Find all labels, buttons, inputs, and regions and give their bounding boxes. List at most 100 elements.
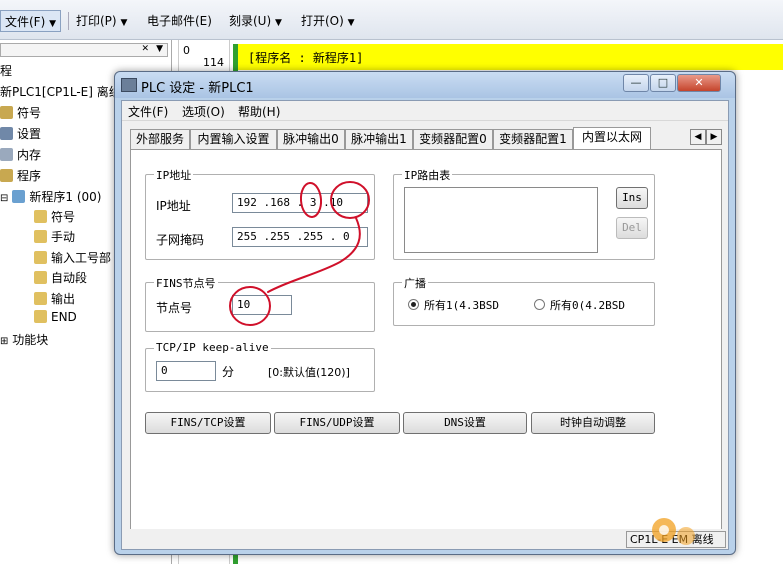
tree-item-label: 自动段 [51, 271, 88, 285]
menu-options[interactable]: 选项(O) [182, 103, 225, 120]
section-icon [34, 230, 47, 243]
tab-scroll-right-icon[interactable]: ▶ [706, 129, 722, 145]
tree-item-label: 程序 [17, 169, 42, 183]
ins-button[interactable]: Ins [616, 187, 648, 209]
broadcast-all0-radio[interactable] [534, 299, 545, 310]
dialog-titlebar[interactable]: PLC 设定 - 新PLC1 — □ ✕ [115, 72, 735, 98]
tree-item-settings[interactable]: 设置 [0, 125, 41, 142]
toolbar-file-menu[interactable]: 文件(F) ▼ [0, 10, 62, 32]
tree-item-label: 输入工号部 [51, 251, 112, 265]
tab-scroll-left-icon[interactable]: ◀ [690, 129, 706, 145]
program-file-icon [12, 190, 26, 203]
tree-item-label: 手动 [51, 230, 76, 244]
chevron-down-icon: ▼ [274, 18, 282, 28]
settings-tabs: 外部服务 内置输入设置 脉冲输出0 脉冲输出1 变频器配置0 变频器配置1 内置… [130, 127, 722, 149]
route-table-list[interactable] [404, 187, 598, 253]
dialog-menubar: 文件(F) 选项(O) 帮助(H) [122, 101, 728, 121]
tree-item-label: END [51, 310, 77, 324]
subnet-mask-input[interactable]: 255 .255 .255 . 0 [232, 227, 368, 247]
tree-item-manual[interactable]: 手动 [34, 228, 75, 245]
node-number-input[interactable]: 10 [232, 295, 292, 315]
toolbar-open-menu[interactable]: 打开(O) ▼ [297, 10, 359, 32]
tree-item-label: 设置 [17, 127, 42, 141]
tree-item-input-id[interactable]: 输入工号部 [34, 249, 111, 266]
tree-item-function-blocks[interactable]: ⊞ 功能块 [0, 331, 48, 348]
ip-address-label: IP地址 [156, 199, 191, 213]
tab-external-service[interactable]: 外部服务 [130, 129, 190, 149]
toolbar-print-menu[interactable]: 打印(P) ▼ [72, 10, 131, 32]
close-button[interactable]: ✕ [677, 74, 721, 92]
tab-inverter-0[interactable]: 变频器配置0 [413, 129, 493, 149]
maximize-button[interactable]: □ [650, 74, 676, 92]
ip-group-title: IP地址 [154, 167, 194, 183]
ip-route-group: IP路由表 Ins Del [393, 167, 655, 260]
subnet-octet-2: 255 [270, 230, 290, 243]
symbol-icon [0, 106, 13, 119]
tree-item-end[interactable]: END [34, 310, 77, 324]
chevron-down-icon: ▼ [347, 18, 355, 28]
subnet-octet-4: 0 [343, 230, 350, 243]
ip-octet-2: 168 [270, 196, 290, 209]
ip-octet-1: 192 [237, 196, 257, 209]
chevron-down-icon[interactable]: ▼ [156, 44, 163, 54]
broadcast-group: 广播 所有1(4.3BSD 所有0(4.2BSD [393, 275, 655, 326]
broadcast-group-title: 广播 [402, 275, 428, 291]
toolbar-burn-label: 刻录(U) [229, 14, 272, 28]
minimize-button[interactable]: — [623, 74, 649, 92]
tree-header-bar: ✕ ▼ [0, 43, 168, 57]
toolbar-separator [68, 12, 69, 30]
dns-settings-button[interactable]: DNS设置 [403, 412, 527, 434]
tree-item-output[interactable]: 输出 [34, 290, 75, 307]
tree-item-label: 功能块 [12, 333, 49, 347]
tree-item-program1[interactable]: ⊟ 新程序1 (00) [0, 188, 101, 205]
broadcast-all0-label: 所有0(4.2BSD [550, 299, 625, 312]
close-icon[interactable]: ✕ [141, 44, 149, 54]
minimize-icon: — [630, 76, 642, 89]
chevron-down-icon: ▼ [120, 18, 128, 28]
clock-auto-adjust-button[interactable]: 时钟自动调整 [531, 412, 655, 434]
program-name-label: [程序名 : 新程序1] [248, 51, 364, 65]
ip-octet-3: 3 [309, 196, 317, 209]
tree-item-label: 符号 [51, 210, 76, 224]
del-button[interactable]: Del [616, 217, 648, 239]
tab-pulse-output-1[interactable]: 脉冲输出1 [345, 129, 413, 149]
tree-item-label: 内存 [17, 148, 42, 162]
section-icon [34, 251, 47, 264]
section-icon [34, 271, 47, 284]
tree-item-auto[interactable]: 自动段 [34, 269, 87, 286]
menu-file[interactable]: 文件(F) [128, 103, 168, 120]
tab-inverter-1[interactable]: 变频器配置1 [493, 129, 573, 149]
section-icon [34, 292, 47, 305]
maximize-icon: □ [657, 76, 669, 89]
ip-address-group: IP地址 IP地址 192 .168 . 3 .10 子网掩码 255 .255… [145, 167, 375, 260]
fins-udp-settings-button[interactable]: FINS/UDP设置 [274, 412, 400, 434]
tab-pulse-output-0[interactable]: 脉冲输出0 [277, 129, 345, 149]
ip-octet-4: 10 [329, 196, 343, 209]
settings-icon [0, 127, 13, 140]
tree-item-memory[interactable]: 内存 [0, 146, 41, 163]
menu-help[interactable]: 帮助(H) [238, 103, 280, 120]
dialog-client: 文件(F) 选项(O) 帮助(H) 外部服务 内置输入设置 脉冲输出0 脉冲输出… [121, 100, 729, 550]
tree-plc-node[interactable]: 新PLC1[CP1L-E] 离线 [0, 83, 121, 100]
chevron-down-icon: ▼ [49, 19, 57, 29]
keepalive-hint: [0:默认值(120)] [268, 366, 350, 379]
subnet-octet-3: 255 [303, 230, 324, 243]
fins-tcp-settings-button[interactable]: FINS/TCP设置 [145, 412, 271, 434]
broadcast-all1-radio[interactable] [408, 299, 419, 310]
rung-number: 0 [183, 44, 190, 57]
tree-item-sub-symbols[interactable]: 符号 [34, 208, 75, 225]
tree-item-programs[interactable]: 程序 [0, 167, 41, 184]
tab-builtin-input[interactable]: 内置输入设置 [190, 129, 277, 149]
tab-builtin-ethernet[interactable]: 内置以太网 [573, 127, 651, 149]
node-number-label: 节点号 [156, 301, 193, 315]
step-number: 114 [203, 56, 224, 69]
tree-item-label: 新程序1 (00) [29, 190, 102, 204]
broadcast-all1-label: 所有1(4.3BSD [424, 299, 499, 312]
toolbar-email-menu[interactable]: 电子邮件(E) [143, 10, 216, 32]
keepalive-input[interactable]: 0 [156, 361, 216, 381]
keepalive-group: TCP/IP keep-alive 0 分 [0:默认值(120)] [145, 341, 375, 392]
subnet-mask-label: 子网掩码 [156, 233, 205, 247]
tree-item-symbols[interactable]: 符号 [0, 104, 41, 121]
ip-address-input[interactable]: 192 .168 . 3 .10 [232, 193, 368, 213]
toolbar-burn-menu[interactable]: 刻录(U) ▼ [225, 10, 286, 32]
